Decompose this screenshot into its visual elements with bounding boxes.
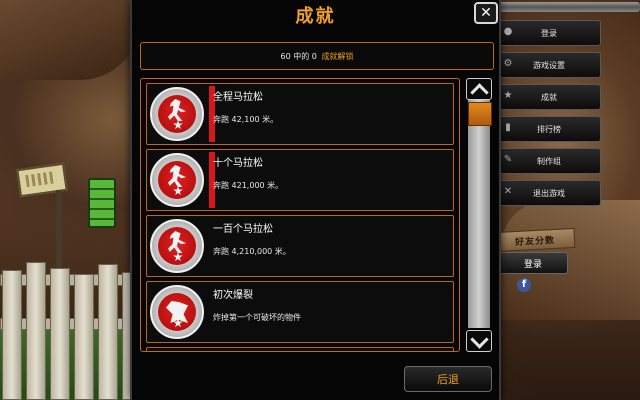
achievement-list[interactable]: 全程马拉松 奔跑 42,100 米。 十个马拉松 奔跑 421,000 米。 一… [140,78,460,352]
achievement-item [146,347,454,351]
achievement-desc: 奔跑 421,000 米。 [213,181,284,190]
friends-score-plank: 好友分数 [494,227,576,253]
login-icon: ● [503,26,513,37]
dialog-title: 成就 [295,6,336,27]
fist-icon [150,285,204,339]
facebook-icon[interactable]: f [517,278,531,292]
leaderboard-icon: ▮ [505,122,511,133]
side-item-login[interactable]: ● 登录 [497,20,601,46]
side-item-credits[interactable]: ✎ 制作组 [497,148,601,174]
achievement-item: 全程马拉松 奔跑 42,100 米。 [146,83,454,145]
close-button[interactable]: ✕ [474,2,498,24]
battery-icon [88,178,116,228]
achievement-title: 全程马拉松 [213,92,263,103]
scroll-track[interactable] [468,100,490,328]
main-side-menu: ● 登录 ⚙ 游戏设置 ★ 成就 ▮ 排行榜 ✎ 制作组 ✕ 退出游戏 [497,20,601,212]
achievement-title: 十个马拉松 [213,158,263,169]
achievement-desc: 奔跑 4,210,000 米。 [213,247,291,256]
achievement-title: 初次爆裂 [213,290,253,301]
runner-icon [150,153,204,207]
achievement-desc: 炸掉第一个可破坏的物件 [213,313,301,322]
side-item-label: 退出游戏 [533,188,565,198]
scroll-up-button[interactable] [466,78,492,102]
side-item-exit[interactable]: ✕ 退出游戏 [497,180,601,206]
metal-pipe [497,2,640,12]
achievement-scrollbar[interactable] [466,78,492,352]
achievement-item: 初次爆裂 炸掉第一个可破坏的物件 [146,281,454,343]
friends-login-button[interactable]: 登录 [498,252,568,274]
side-item-leaderboard[interactable]: ▮ 排行榜 [497,116,601,142]
achievement-summary: 60 中的 0 成就解锁 [140,42,494,70]
achievement-desc: 奔跑 42,100 米。 [213,115,279,124]
scroll-thumb[interactable] [468,102,492,126]
sign-post [56,190,62,270]
side-item-label: 登录 [541,28,557,38]
side-item-settings[interactable]: ⚙ 游戏设置 [497,52,601,78]
scroll-down-button[interactable] [466,330,492,352]
side-item-label: 排行榜 [537,124,561,134]
summary-unlocked: 成就解锁 [321,51,354,61]
runner-icon [150,219,204,273]
summary-count: 60 中的 0 [280,51,320,61]
side-item-label: 制作组 [537,156,561,166]
credits-icon: ✎ [503,154,513,165]
exit-icon: ✕ [503,186,513,197]
chevron-up-icon [470,83,489,102]
runner-icon [150,87,204,141]
chevron-down-icon [470,330,489,349]
achievements-icon: ★ [503,90,513,101]
achievement-item: 十个马拉松 奔跑 421,000 米。 [146,149,454,211]
side-item-label: 游戏设置 [533,60,565,70]
side-item-achievements[interactable]: ★ 成就 [497,84,601,110]
achievements-dialog: 成就 ✕ 60 中的 0 成就解锁 全程马拉松 奔跑 42,100 米。 十个马… [130,0,501,400]
achievement-item: 一百个马拉松 奔跑 4,210,000 米。 [146,215,454,277]
settings-icon: ⚙ [503,58,513,69]
side-item-label: 成就 [541,92,557,102]
back-button[interactable]: 后退 [404,366,492,392]
achievement-title: 一百个马拉松 [213,224,273,235]
